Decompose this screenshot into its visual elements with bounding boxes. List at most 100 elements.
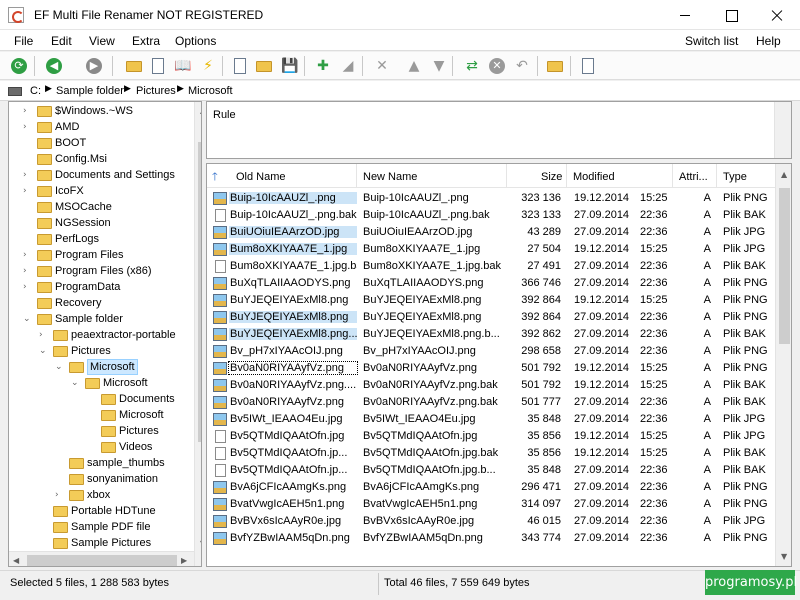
file-row[interactable]: BvfYZBwIAAM5qDn.png BvfYZBwIAAM5qDn.png 34…	[207, 530, 775, 547]
tree-item[interactable]: Config.Msi	[9, 151, 194, 167]
tree-item[interactable]: ⌄ Microsoft	[9, 359, 194, 375]
tree-item[interactable]: › Program Files (x86)	[9, 263, 194, 279]
folder-button[interactable]	[545, 56, 565, 76]
tree-item[interactable]: Microsoft	[9, 407, 194, 423]
folder-tree[interactable]: ▲ ▼ ◀ ▶ › $Windows.~WS › AMD BOOT Config.Msi ›…	[8, 101, 202, 567]
tree-item[interactable]: › xbox	[9, 487, 194, 503]
file-row[interactable]: Bv5IWt_IEAAO4Eu.jpg Bv5IWt_IEAAO4Eu.jpg 35…	[207, 411, 775, 428]
tree-item[interactable]: Pictures	[9, 423, 194, 439]
menu-options[interactable]: Options	[175, 34, 216, 48]
column-old-name[interactable]: 🡑 Old Name	[207, 164, 357, 188]
menu-extra[interactable]: Extra	[132, 34, 160, 48]
tree-item[interactable]: › Program Files	[9, 247, 194, 263]
tree-item[interactable]: › peaextractor-portable	[9, 327, 194, 343]
new-file-button[interactable]	[230, 56, 250, 76]
column-new-name[interactable]: New Name	[357, 164, 507, 188]
refresh-button[interactable]: ⟳	[9, 56, 29, 76]
expand-icon[interactable]: ›	[39, 330, 43, 340]
back-button[interactable]: ◀	[44, 56, 64, 76]
file-row[interactable]: BuYJEQEIYAExMl8.png.... BuYJEQEIYAExMl8.p…	[207, 326, 775, 343]
maximize-button[interactable]	[708, 0, 754, 30]
column-modified[interactable]: Modified	[567, 164, 673, 188]
file-row[interactable]: Bv5QTMdIQAAtOfn.jp... Bv5QTMdIQAAtOfn.jpg…	[207, 462, 775, 479]
file-row[interactable]: Bv0aN0RIYAAyfVz.png Bv0aN0RIYAAyfVz.png 50…	[207, 360, 775, 377]
cancel-button[interactable]: ✕	[487, 56, 507, 76]
expand-icon[interactable]: ›	[55, 490, 59, 500]
tree-item[interactable]: Recovery	[9, 295, 194, 311]
menu-help[interactable]: Help	[756, 34, 781, 48]
file-row[interactable]: BuiUOiuIEAArzOD.jpg BuiUOiuIEAArzOD.jpg 43…	[207, 224, 775, 241]
tree-item[interactable]: sample_thumbs	[9, 455, 194, 471]
breadcrumb-microsoft[interactable]: Microsoft	[188, 85, 233, 97]
column-attributes[interactable]: Attri...	[673, 164, 717, 188]
file-row[interactable]: BvatVwgIcAEH5n1.png BvatVwgIcAEH5n1.png 31…	[207, 496, 775, 513]
scroll-down-icon[interactable]: ▼	[200, 539, 201, 548]
breadcrumb-pictures[interactable]: Pictures	[136, 85, 176, 97]
minimize-button[interactable]	[662, 0, 708, 30]
move-down-button[interactable]: ▼	[429, 56, 449, 76]
file-row[interactable]: Bv0aN0RIYAAyfVz.png Bv0aN0RIYAAyfVz.png.b…	[207, 394, 775, 411]
file-list-scrollbar[interactable]: ▲ ▼	[775, 164, 791, 566]
file-row[interactable]: Bv5QTMdIQAAtOfn.jp... Bv5QTMdIQAAtOfn.jpg…	[207, 445, 775, 462]
file-row[interactable]: BuYJEQEIYAExMl8.png BuYJEQEIYAExMl8.png 39…	[207, 309, 775, 326]
tree-item[interactable]: Documents	[9, 391, 194, 407]
file-list[interactable]: 🡑 Old Name New Name Size Modified Attri.…	[206, 163, 792, 567]
undo-button[interactable]: ↶	[512, 56, 532, 76]
file-row[interactable]: BvA6jCFIcAAmgKs.png BvA6jCFIcAAmgKs.png 29…	[207, 479, 775, 496]
tree-item[interactable]: › IcoFX	[9, 183, 194, 199]
scroll-left-icon[interactable]: ◀	[13, 556, 19, 565]
delete-button[interactable]: ✕	[372, 56, 392, 76]
chevron-right-icon[interactable]: ▶	[124, 84, 131, 94]
collapse-icon[interactable]: ⌄	[23, 314, 31, 324]
rule-scrollbar[interactable]	[774, 102, 791, 158]
tree-item[interactable]: BOOT	[9, 135, 194, 151]
save-button[interactable]: 💾	[280, 56, 300, 76]
rule-panel[interactable]: Rule	[206, 101, 792, 159]
menu-view[interactable]: View	[89, 34, 115, 48]
open-file-button[interactable]	[254, 56, 274, 76]
tree-item[interactable]: › Documents and Settings	[9, 167, 194, 183]
forward-button[interactable]: ▶	[84, 56, 104, 76]
chevron-right-icon[interactable]: ▶	[177, 84, 184, 94]
tree-item[interactable]: › ProgramData	[9, 279, 194, 295]
settings-doc-button[interactable]	[578, 56, 598, 76]
column-size[interactable]: Size	[507, 164, 567, 188]
tree-item[interactable]: › AMD	[9, 119, 194, 135]
tree-item[interactable]: Videos	[9, 439, 194, 455]
tree-vertical-scrollbar[interactable]: ▲ ▼	[194, 102, 201, 566]
file-row[interactable]: Bum8oXKIYAA7E_1.jpg Bum8oXKIYAA7E_1.jpg 27…	[207, 241, 775, 258]
tree-item[interactable]: ⌄ Pictures	[9, 343, 194, 359]
expand-icon[interactable]: ›	[23, 106, 27, 116]
file-row[interactable]: BuYJEQEIYAExMl8.png BuYJEQEIYAExMl8.png 39…	[207, 292, 775, 309]
expand-icon[interactable]: ›	[23, 122, 27, 132]
breadcrumb-drive[interactable]: C:	[30, 85, 41, 97]
tree-item[interactable]: Portable HDTune	[9, 503, 194, 519]
tree-item[interactable]: PerfLogs	[9, 231, 194, 247]
file-row[interactable]: Buip-10IcAAUZl_.png.bak Buip-10IcAAUZl_.p…	[207, 207, 775, 224]
add-button[interactable]: ✚	[313, 56, 333, 76]
scroll-thumb[interactable]	[27, 555, 177, 566]
column-type[interactable]: Type	[717, 164, 775, 188]
file-row[interactable]: Bum8oXKIYAA7E_1.jpg.bak Bum8oXKIYAA7E_1.j…	[207, 258, 775, 275]
expand-icon[interactable]: ›	[23, 250, 27, 260]
open-folder-button[interactable]	[124, 56, 144, 76]
menu-file[interactable]: File	[14, 34, 33, 48]
tree-item[interactable]: sonyanimation	[9, 471, 194, 487]
scroll-right-icon[interactable]: ▶	[181, 556, 187, 565]
collapse-icon[interactable]: ⌄	[39, 346, 47, 356]
scroll-thumb[interactable]	[198, 142, 201, 442]
tree-item[interactable]: MSOCache	[9, 199, 194, 215]
expand-icon[interactable]: ›	[23, 186, 27, 196]
tree-horizontal-scrollbar[interactable]: ◀ ▶	[9, 551, 194, 566]
file-row[interactable]: Bv5QTMdIQAAtOfn.jpg Bv5QTMdIQAAtOfn.jpg 35…	[207, 428, 775, 445]
tree-item[interactable]: Sample Pictures	[9, 535, 194, 551]
rename-button[interactable]: ⇄	[462, 56, 482, 76]
scroll-up-icon[interactable]: ▲	[781, 170, 787, 179]
tree-item[interactable]: Sample PDF file	[9, 519, 194, 535]
chevron-right-icon[interactable]: ▶	[45, 84, 52, 94]
scroll-down-icon[interactable]: ▼	[781, 552, 787, 561]
expand-icon[interactable]: ›	[23, 266, 27, 276]
expand-icon[interactable]: ›	[23, 170, 27, 180]
file-row[interactable]: Bv0aN0RIYAAyfVz.png.... Bv0aN0RIYAAyfVz.p…	[207, 377, 775, 394]
tree-item[interactable]: › $Windows.~WS	[9, 103, 194, 119]
